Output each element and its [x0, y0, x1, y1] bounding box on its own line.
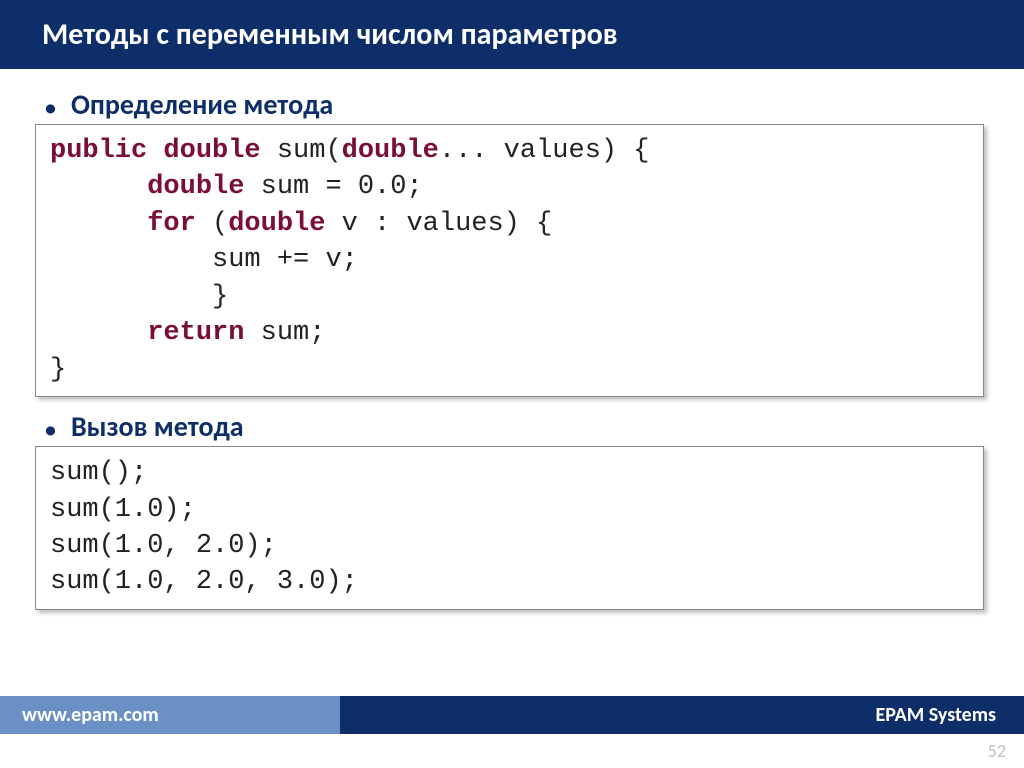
footer-left: www.epam.com — [0, 696, 340, 734]
slide-content: • Определение метода public double sum(d… — [0, 69, 1024, 610]
bullet-icon: • — [44, 416, 57, 442]
page-number: 52 — [988, 740, 1006, 762]
code-block-definition: public double sum(double... values) { do… — [35, 124, 984, 397]
bullet-definition: • Определение метода — [44, 87, 994, 122]
bullet-text-definition: Определение метода — [71, 87, 333, 122]
slide-title: Методы с переменным числом параметров — [0, 0, 1024, 69]
footer-right: EPAM Systems — [340, 696, 1024, 734]
bullet-call: • Вызов метода — [44, 409, 994, 444]
bullet-text-call: Вызов метода — [71, 409, 244, 444]
bullet-icon: • — [44, 94, 57, 120]
footer: www.epam.com EPAM Systems — [0, 696, 1024, 734]
code-block-call: sum(); sum(1.0); sum(1.0, 2.0); sum(1.0,… — [35, 446, 984, 610]
